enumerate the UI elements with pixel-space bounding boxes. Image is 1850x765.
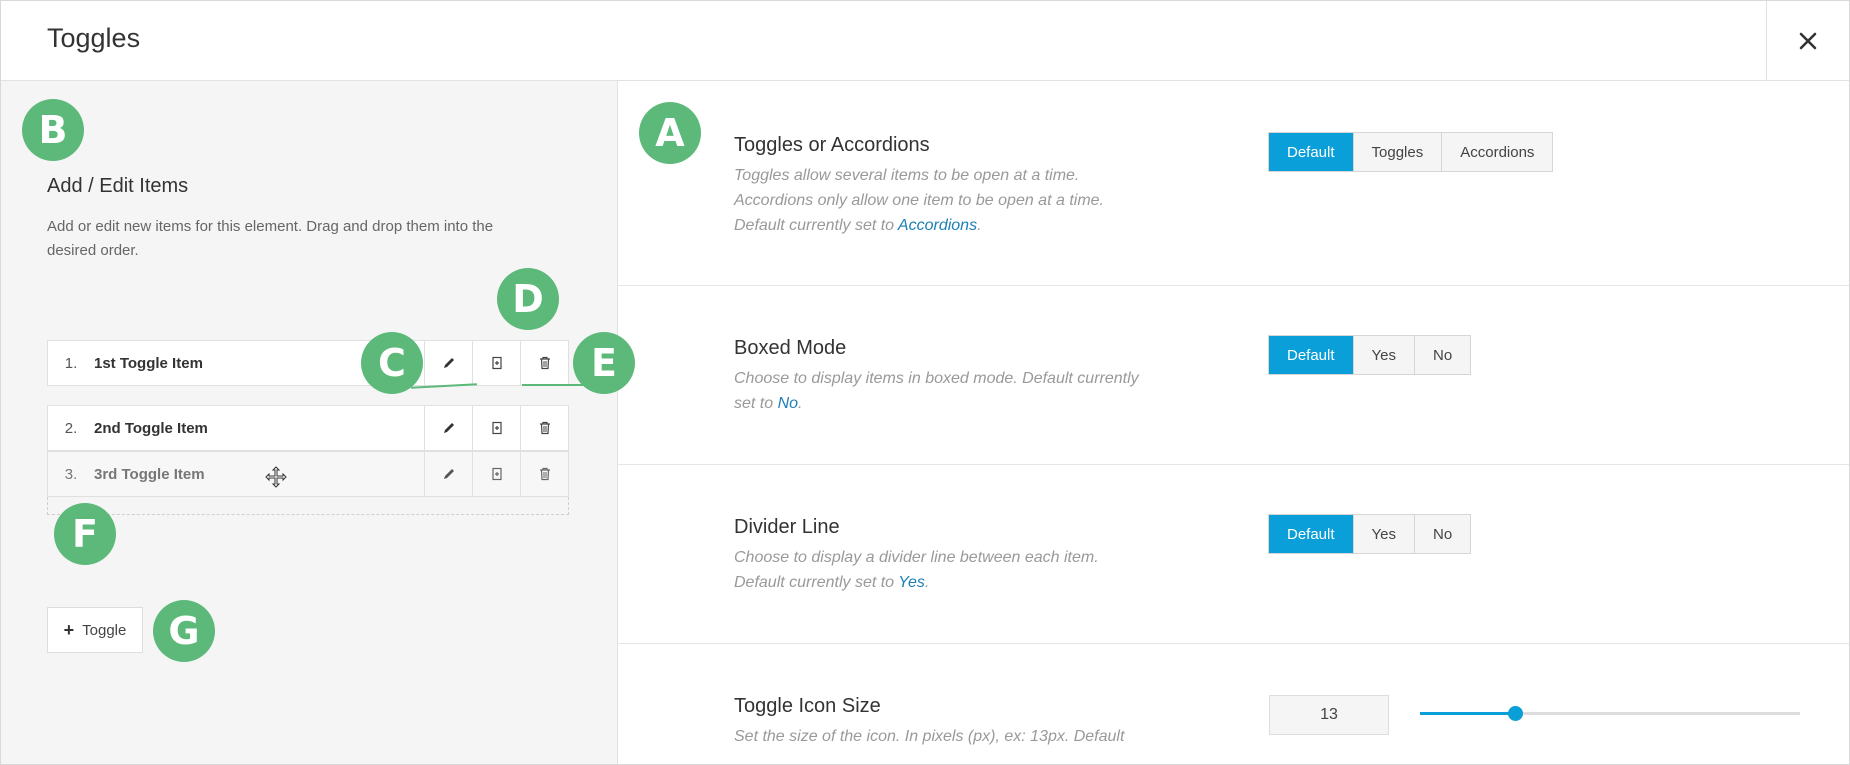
add-toggle-label: Toggle xyxy=(82,621,127,639)
annotation-badge-f: F xyxy=(54,503,116,565)
items-panel: Add / Edit Items Add or edit new items f… xyxy=(1,81,618,764)
toggles-or-accordions-button-group: Default Toggles Accordions xyxy=(1268,132,1554,172)
default-value-link[interactable]: No xyxy=(778,395,798,412)
slider-handle[interactable] xyxy=(1508,706,1523,721)
description-line: Accordions only allow one item to be ope… xyxy=(734,192,1104,209)
pencil-icon xyxy=(443,423,454,433)
annotation-badge-g: G xyxy=(153,600,215,662)
annotation-badge-e: E xyxy=(573,332,635,394)
option-boxed-mode: Boxed Mode Choose to display items in bo… xyxy=(618,286,1849,465)
modal-window: Toggles Add / Edit Items Add or edit new… xyxy=(0,0,1850,765)
divider-line-button-group: Default Yes No xyxy=(1268,514,1472,554)
clone-item-button[interactable] xyxy=(472,452,520,496)
list-item-dragging[interactable]: 3. 3rd Toggle Item xyxy=(47,451,569,497)
slider-fill xyxy=(1420,712,1515,715)
item-number: 1. xyxy=(64,354,78,372)
delete-item-button[interactable] xyxy=(520,341,568,385)
default-button[interactable]: Default xyxy=(1269,336,1353,374)
close-icon xyxy=(1799,32,1817,49)
option-toggle-icon-size: Toggle Icon Size Set the size of the ico… xyxy=(618,644,1849,764)
toggles-button[interactable]: Toggles xyxy=(1352,133,1442,171)
annotation-badge-a: A xyxy=(639,102,701,164)
item-number: 3. xyxy=(64,465,78,483)
pencil-icon xyxy=(443,469,454,479)
add-toggle-button[interactable]: + Toggle xyxy=(47,607,143,653)
annotation-badge-d: D xyxy=(497,268,559,330)
trash-icon xyxy=(539,467,550,481)
option-title: Toggle Icon Size xyxy=(734,695,881,717)
edit-item-button[interactable] xyxy=(424,341,472,385)
description-text: . xyxy=(977,217,982,234)
default-button[interactable]: Default xyxy=(1269,133,1353,171)
pencil-icon xyxy=(443,358,454,368)
clone-item-button[interactable] xyxy=(472,406,520,450)
icon-size-slider[interactable] xyxy=(1420,706,1800,721)
description-text: . xyxy=(924,574,930,591)
description-line: Default currently set to Yes. xyxy=(734,570,1174,595)
annotation-connector xyxy=(522,384,584,386)
list-item[interactable]: 2. 2nd Toggle Item xyxy=(47,405,569,451)
annotation-badge-b: B xyxy=(22,99,84,161)
default-button[interactable]: Default xyxy=(1269,515,1353,553)
option-divider-line: Divider Line Choose to display a divider… xyxy=(618,465,1849,644)
no-button[interactable]: No xyxy=(1414,336,1471,374)
drop-placeholder xyxy=(47,497,569,515)
option-title: Boxed Mode xyxy=(734,337,847,359)
modal-title: Toggles xyxy=(47,23,141,53)
edit-item-button[interactable] xyxy=(424,406,472,450)
move-cursor-icon xyxy=(265,466,287,488)
description-line: Choose to display items in boxed mode. D… xyxy=(734,370,1139,387)
close-button[interactable] xyxy=(1766,1,1849,80)
option-description: Set the size of the icon. In pixels (px)… xyxy=(734,728,1125,745)
yes-button[interactable]: Yes xyxy=(1352,336,1415,374)
item-number: 2. xyxy=(64,419,78,437)
description-line: Toggles allow several items to be open a… xyxy=(734,167,1080,184)
description-text: Default currently set to xyxy=(734,574,899,591)
default-value-link[interactable]: Yes xyxy=(898,574,925,591)
clone-icon xyxy=(491,421,502,435)
icon-size-input[interactable]: 13 xyxy=(1269,695,1389,735)
item-label: 2nd Toggle Item xyxy=(94,419,208,437)
modal-header: Toggles xyxy=(1,1,1849,81)
trash-icon xyxy=(539,421,550,435)
description-line: Choose to display a divider line between… xyxy=(734,549,1099,566)
plus-icon: + xyxy=(63,619,75,640)
delete-item-button[interactable] xyxy=(520,406,568,450)
items-heading: Add / Edit Items xyxy=(47,175,189,197)
description-text: set to xyxy=(734,395,778,412)
trash-icon xyxy=(539,356,550,370)
option-description: Toggles allow several items to be open a… xyxy=(734,163,1234,238)
description-text: Default currently set to xyxy=(734,217,898,234)
annotation-badge-c: C xyxy=(361,332,423,394)
yes-button[interactable]: Yes xyxy=(1352,515,1415,553)
option-toggles-or-accordions: Toggles or Accordions Toggles allow seve… xyxy=(618,81,1849,286)
description-line: Default currently set to Accordions. xyxy=(734,213,1234,238)
description-text: . xyxy=(798,395,803,412)
option-description: Choose to display a divider line between… xyxy=(734,545,1174,595)
accordions-button[interactable]: Accordions xyxy=(1441,133,1553,171)
clone-icon xyxy=(491,467,502,481)
default-value-link[interactable]: Accordions xyxy=(898,217,977,234)
option-description: Choose to display items in boxed mode. D… xyxy=(734,366,1194,416)
clone-icon xyxy=(491,356,502,370)
description-line: set to No. xyxy=(734,391,1194,416)
no-button[interactable]: No xyxy=(1414,515,1471,553)
boxed-mode-button-group: Default Yes No xyxy=(1268,335,1472,375)
delete-item-button[interactable] xyxy=(520,452,568,496)
list-item[interactable]: 1. 1st Toggle Item xyxy=(47,340,569,386)
option-title: Divider Line xyxy=(734,516,840,538)
option-title: Toggles or Accordions xyxy=(734,134,930,156)
edit-item-button[interactable] xyxy=(424,452,472,496)
items-description: Add or edit new items for this element. … xyxy=(47,218,494,259)
options-panel: Toggles or Accordions Toggles allow seve… xyxy=(618,81,1849,764)
item-label: 3rd Toggle Item xyxy=(94,465,205,483)
clone-item-button[interactable] xyxy=(472,341,520,385)
